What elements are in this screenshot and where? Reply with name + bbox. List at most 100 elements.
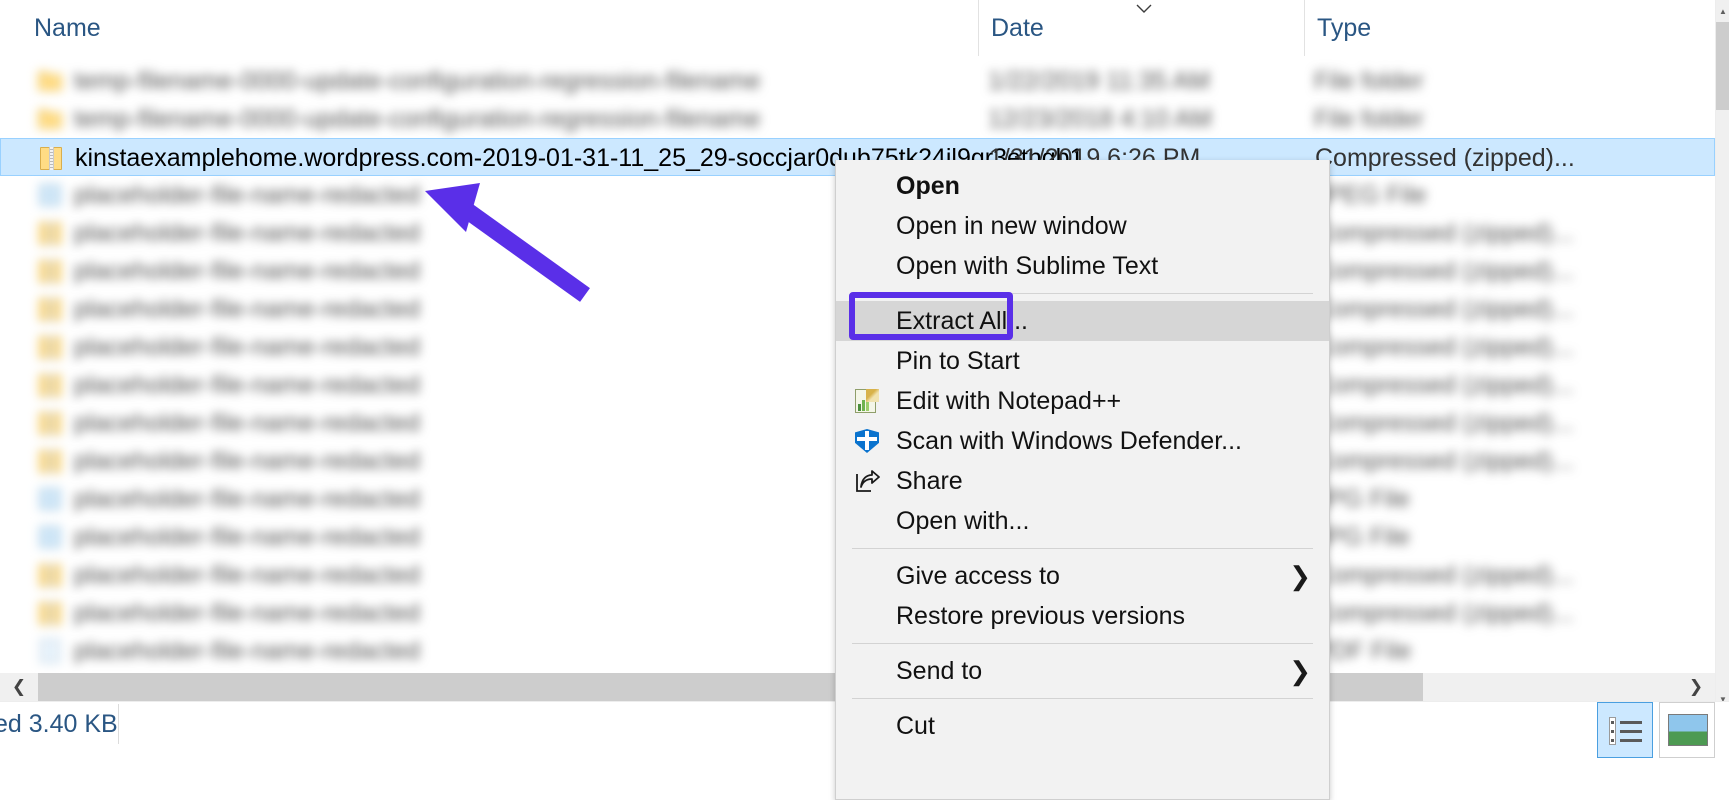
- file-row-name: placeholder-file-name-redacted: [74, 290, 420, 328]
- menu-item-label: Open: [896, 172, 960, 201]
- folder-icon: [38, 68, 64, 94]
- menu-item-extract-all[interactable]: Extract All...: [836, 301, 1329, 341]
- column-header-name-label: Name: [32, 14, 101, 43]
- file-row-date: 1/22/2019 11:35 AM: [988, 62, 1210, 100]
- menu-item-label: Open with...: [896, 507, 1029, 536]
- notepadpp-icon: [854, 388, 880, 414]
- menu-item-restore-previous-versions[interactable]: Restore previous versions: [836, 596, 1329, 636]
- chevron-up-icon[interactable]: ▲: [1716, 2, 1729, 20]
- share-icon: [854, 468, 880, 494]
- column-header-bar: Name Date Type: [0, 0, 1715, 56]
- menu-item-label: Cut: [896, 712, 935, 741]
- chevron-right-icon: ❯: [1289, 651, 1311, 691]
- column-header-name[interactable]: Name: [32, 0, 978, 56]
- file-row-name: placeholder-file-name-redacted: [74, 632, 420, 670]
- file-row-type: Compressed (zipped)...: [1314, 252, 1574, 290]
- menu-item-open-with-sublime-text[interactable]: Open with Sublime Text: [836, 246, 1329, 286]
- chevron-right-icon: ❯: [1289, 556, 1311, 596]
- file-row-type: Compressed (zipped)...: [1314, 214, 1574, 252]
- file-row-name: temp-filename-0000-update-configuration-…: [74, 100, 760, 138]
- file-row-name: placeholder-file-name-redacted: [74, 556, 420, 594]
- file-row-type: Compressed (zipped)...: [1314, 404, 1574, 442]
- menu-item-send-to[interactable]: Send to ❯: [836, 651, 1329, 691]
- zip-icon: [39, 145, 65, 171]
- thumbnails-view-icon: [1668, 714, 1708, 746]
- image-icon: [38, 486, 64, 512]
- file-row-type: File folder: [1314, 62, 1424, 100]
- file-row-name: placeholder-file-name-redacted: [74, 442, 420, 480]
- file-row-type: File folder: [1314, 100, 1424, 138]
- zip-icon: [38, 258, 64, 284]
- context-menu[interactable]: Open Open in new window Open with Sublime …: [835, 160, 1330, 800]
- file-row[interactable]: temp-filename-0000-update-configuration-…: [0, 100, 1715, 138]
- file-row-name: placeholder-file-name-redacted: [74, 328, 420, 366]
- zip-icon: [38, 600, 64, 626]
- menu-item-label: Edit with Notepad++: [896, 387, 1121, 416]
- chevron-right-icon[interactable]: ❯: [1677, 673, 1715, 701]
- sort-chevron-down-icon: [1132, 2, 1156, 16]
- menu-separator: [852, 548, 1313, 549]
- image-icon: [38, 182, 64, 208]
- menu-item-scan-with-windows-defender[interactable]: Scan with Windows Defender...: [836, 421, 1329, 461]
- details-view-button[interactable]: [1597, 702, 1653, 758]
- file-row-name: placeholder-file-name-redacted: [74, 176, 420, 214]
- menu-item-open-in-new-window[interactable]: Open in new window: [836, 206, 1329, 246]
- file-row-name: temp-filename-0000-update-configuration-…: [74, 62, 760, 100]
- file-row-name: placeholder-file-name-redacted: [74, 214, 420, 252]
- menu-separator: [852, 698, 1313, 699]
- file-row-name: placeholder-file-name-redacted: [74, 366, 420, 404]
- menu-item-label: Open in new window: [896, 212, 1127, 241]
- menu-separator: [852, 643, 1313, 644]
- zip-icon: [38, 334, 64, 360]
- file-row-type: Compressed (zipped)...: [1315, 139, 1575, 177]
- menu-item-label: Restore previous versions: [896, 602, 1185, 631]
- file-row-name: placeholder-file-name-redacted: [74, 404, 420, 442]
- zip-icon: [38, 410, 64, 436]
- menu-item-label: Pin to Start: [896, 347, 1020, 376]
- image-icon: [38, 524, 64, 550]
- menu-separator: [852, 293, 1313, 294]
- menu-item-edit-with-notepad[interactable]: Edit with Notepad++: [836, 381, 1329, 421]
- menu-item-open-with[interactable]: Open with...: [836, 501, 1329, 541]
- file-row-type: Compressed (zipped)...: [1314, 442, 1574, 480]
- menu-item-label: Give access to: [896, 562, 1060, 591]
- file-row-name: placeholder-file-name-redacted: [74, 252, 420, 290]
- column-header-type[interactable]: Type: [1304, 0, 1715, 56]
- file-row-date: 12/23/2018 4:10 AM: [988, 100, 1212, 138]
- defender-icon: [854, 428, 880, 454]
- zip-icon: [38, 296, 64, 322]
- status-bar-divider: [118, 704, 119, 744]
- file-row[interactable]: temp-filename-0000-update-configuration-…: [0, 62, 1715, 100]
- thumbnails-view-button[interactable]: [1659, 702, 1715, 758]
- menu-item-label: Extract All...: [896, 307, 1028, 336]
- menu-item-give-access-to[interactable]: Give access to ❯: [836, 556, 1329, 596]
- chevron-left-icon[interactable]: ❮: [0, 673, 38, 701]
- file-row-type: Compressed (zipped)...: [1314, 594, 1574, 632]
- menu-item-open[interactable]: Open: [836, 166, 1329, 206]
- pdf-icon: [38, 638, 64, 664]
- menu-item-label: Scan with Windows Defender...: [896, 427, 1242, 456]
- file-row-name: placeholder-file-name-redacted: [74, 518, 420, 556]
- menu-item-label: Send to: [896, 657, 982, 686]
- file-row-type: Compressed (zipped)...: [1314, 556, 1574, 594]
- vertical-scrollbar-thumb[interactable]: [1716, 22, 1729, 110]
- view-mode-buttons[interactable]: [1597, 702, 1717, 762]
- column-header-type-label: Type: [1315, 14, 1371, 43]
- vertical-scrollbar[interactable]: ▲ ▼: [1715, 0, 1729, 800]
- file-row-type: Compressed (zipped)...: [1314, 366, 1574, 404]
- folder-icon: [38, 106, 64, 132]
- menu-item-label: Share: [896, 467, 963, 496]
- file-row-type: Compressed (zipped)...: [1314, 328, 1574, 366]
- zip-icon: [38, 448, 64, 474]
- menu-item-pin-to-start[interactable]: Pin to Start: [836, 341, 1329, 381]
- zip-icon: [38, 372, 64, 398]
- file-row-type: JPEG File: [1314, 176, 1427, 214]
- zip-icon: [38, 562, 64, 588]
- status-bar-text: ed 3.40 KB: [0, 710, 118, 739]
- menu-item-label: Open with Sublime Text: [896, 252, 1158, 281]
- file-row-name: placeholder-file-name-redacted: [74, 594, 420, 632]
- file-row-type: Compressed (zipped)...: [1314, 290, 1574, 328]
- menu-item-share[interactable]: Share: [836, 461, 1329, 501]
- menu-item-cut[interactable]: Cut: [836, 706, 1329, 746]
- details-view-icon: [1609, 717, 1643, 745]
